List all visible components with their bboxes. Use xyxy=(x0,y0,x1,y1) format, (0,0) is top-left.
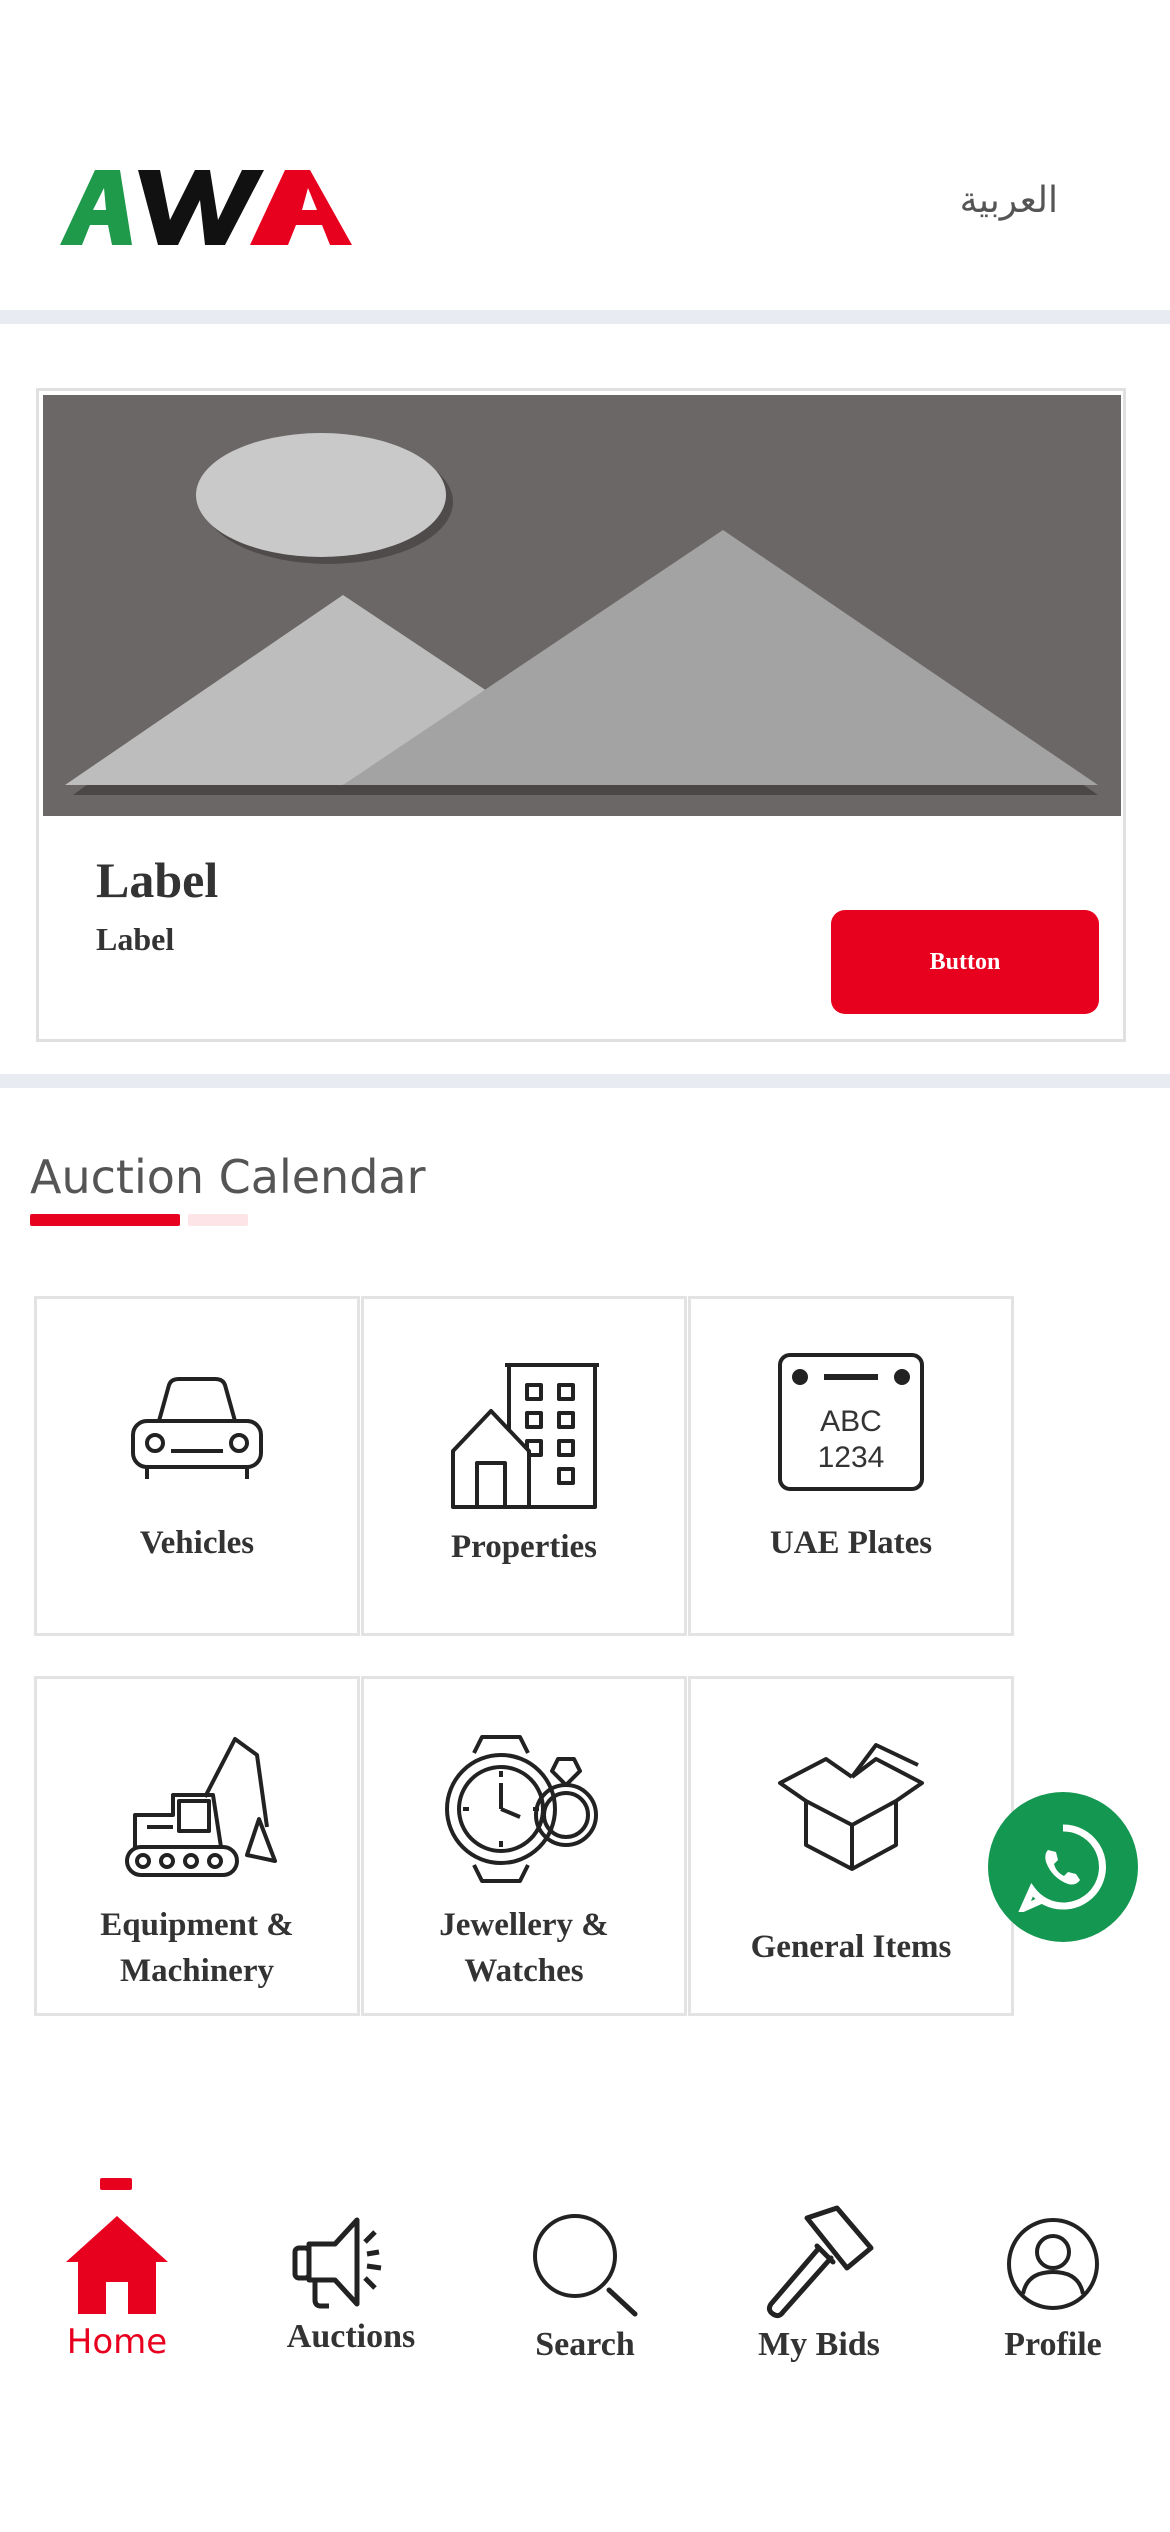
category-label-line2: Machinery xyxy=(120,1953,274,1989)
search-icon xyxy=(533,2214,638,2317)
language-switch-link[interactable]: العربية xyxy=(960,180,1058,221)
nav-label: Profile xyxy=(1004,2326,1102,2363)
category-label: Vehicles xyxy=(139,1525,255,1561)
category-label-line1: Jewellery & xyxy=(439,1907,609,1943)
profile-icon xyxy=(1007,2218,1099,2310)
whatsapp-icon xyxy=(1018,1824,1106,1912)
plate-icon: ABC 1234 xyxy=(778,1353,924,1491)
home-icon xyxy=(66,2216,168,2314)
nav-label: Search xyxy=(535,2326,635,2363)
nav-label: Auctions xyxy=(286,2318,416,2355)
car-icon xyxy=(131,1377,263,1479)
active-tab-indicator xyxy=(100,2178,132,2190)
nav-item-profile[interactable]: Profile xyxy=(936,2170,1170,2410)
box-icon xyxy=(778,1743,924,1871)
nav-item-my-bids[interactable]: My Bids xyxy=(702,2170,936,2410)
category-label: UAE Plates xyxy=(769,1525,933,1561)
svg-text:ABC: ABC xyxy=(820,1405,882,1438)
whatsapp-button[interactable] xyxy=(988,1792,1138,1942)
category-general-items[interactable]: General Items xyxy=(688,1676,1014,2016)
banner-placeholder-image xyxy=(43,395,1121,816)
category-jewellery-watches[interactable]: Jewellery & Watches xyxy=(361,1676,687,2016)
banner-title: Label xyxy=(96,852,219,908)
category-vehicles[interactable]: Vehicles xyxy=(34,1296,360,1636)
banner-subtitle: Label xyxy=(96,921,175,957)
nav-label: My Bids xyxy=(758,2326,880,2363)
awa-logo[interactable] xyxy=(60,170,360,260)
category-equipment-machinery[interactable]: Equipment & Machinery xyxy=(34,1676,360,2016)
header-divider xyxy=(0,310,1170,324)
category-label: Properties xyxy=(450,1529,597,1565)
bottom-navigation: Home Auctions Search My Bids Profile xyxy=(0,2170,1170,2532)
nav-item-home[interactable]: Home xyxy=(0,2170,234,2410)
category-label-line1: Equipment & xyxy=(100,1907,294,1943)
category-properties[interactable]: Properties xyxy=(361,1296,687,1636)
nav-label: Home xyxy=(66,2322,168,2362)
awa-logo-mark xyxy=(60,170,352,245)
watch-ring-icon xyxy=(445,1735,598,1883)
buildings-icon xyxy=(451,1363,599,1509)
category-uae-plates[interactable]: ABC 1234 UAE Plates xyxy=(688,1296,1014,1636)
nav-item-search[interactable]: Search xyxy=(468,2170,702,2410)
app-header: العربية xyxy=(0,0,1170,310)
excavator-icon xyxy=(125,1737,277,1877)
section-title-underline-accent xyxy=(188,1214,248,1226)
svg-text:1234: 1234 xyxy=(818,1441,885,1474)
banner-action-button[interactable]: Button xyxy=(831,910,1099,1014)
banner-card[interactable]: Label Label Button xyxy=(36,388,1126,1042)
megaphone-icon xyxy=(292,2217,382,2309)
banner-divider xyxy=(0,1074,1170,1088)
category-label-line2: Watches xyxy=(464,1953,584,1989)
category-label: General Items xyxy=(750,1929,952,1965)
section-title: Auction Calendar xyxy=(30,1150,426,1204)
section-title-underline xyxy=(30,1214,180,1226)
nav-item-auctions[interactable]: Auctions xyxy=(234,2170,468,2410)
gavel-icon xyxy=(766,2205,874,2319)
